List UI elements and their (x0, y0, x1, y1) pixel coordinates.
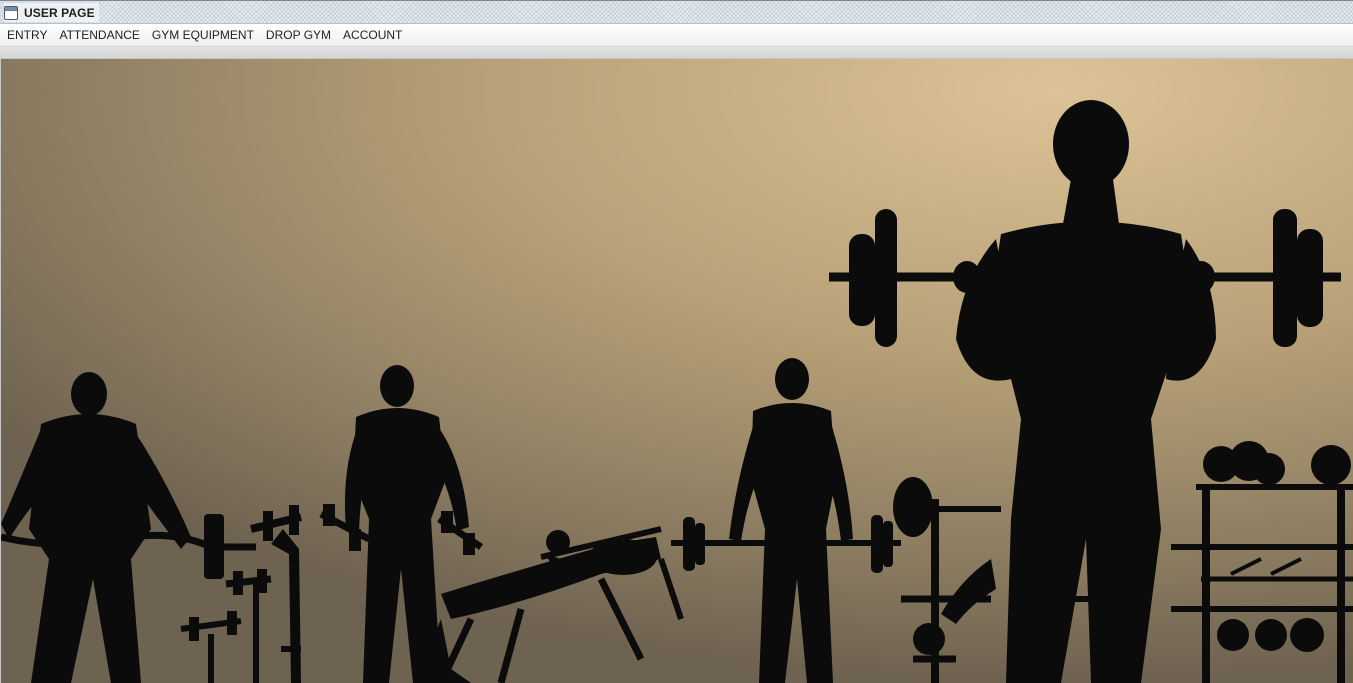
menu-bar: ENTRY ATTENDANCE GYM EQUIPMENT DROP GYM … (0, 24, 1353, 47)
menu-account[interactable]: ACCOUNT (337, 25, 408, 45)
menu-gym-equipment[interactable]: GYM EQUIPMENT (146, 25, 260, 45)
menu-drop-gym[interactable]: DROP GYM (260, 25, 337, 45)
window-icon (4, 5, 18, 20)
app-window: USER PAGE ENTRY ATTENDANCE GYM EQUIPMENT… (0, 0, 1353, 683)
toolbar-strip (0, 47, 1353, 59)
menu-attendance[interactable]: ATTENDANCE (53, 25, 145, 45)
title-bar: USER PAGE (0, 0, 1353, 24)
menu-entry[interactable]: ENTRY (1, 25, 53, 45)
title-group: USER PAGE (4, 3, 99, 22)
content-panel (0, 59, 1353, 683)
gym-background-image (1, 59, 1353, 683)
window-title: USER PAGE (24, 5, 95, 20)
